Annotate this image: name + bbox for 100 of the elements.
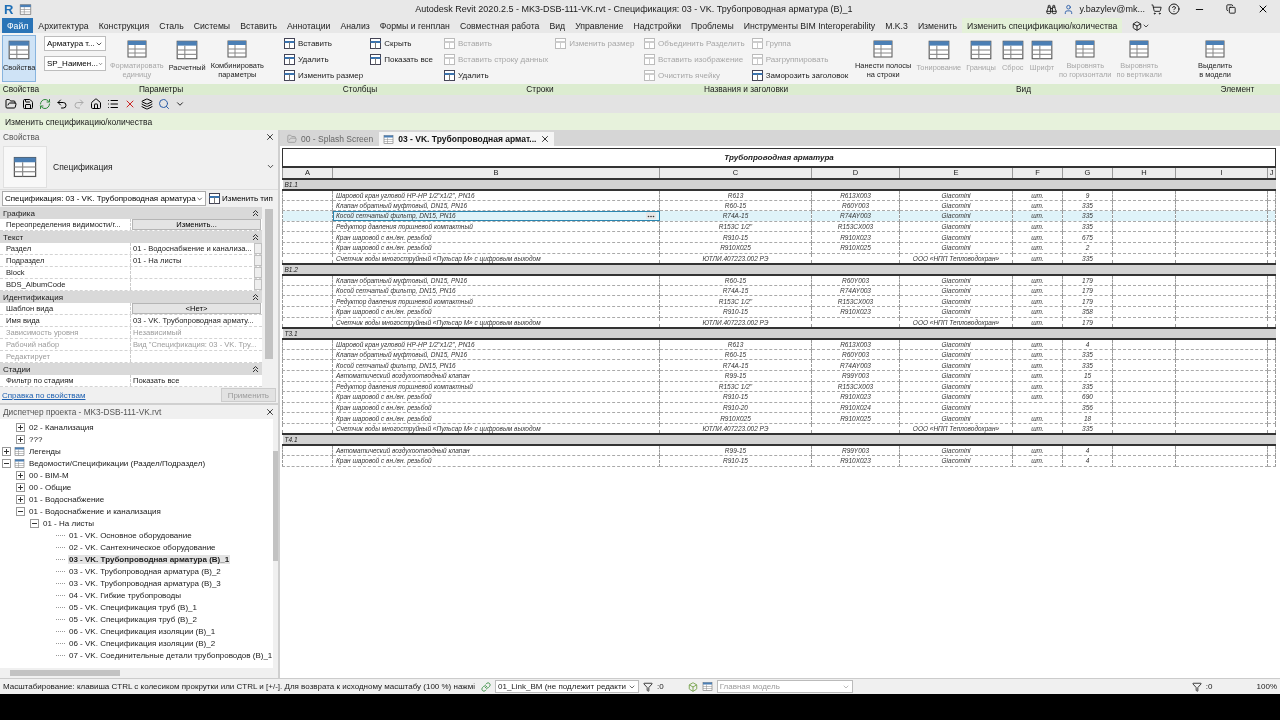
expand-icon[interactable] <box>16 470 25 480</box>
collapse-icon[interactable] <box>252 365 259 373</box>
expand-icon[interactable] <box>16 422 25 432</box>
open-icon[interactable] <box>5 98 17 110</box>
type-name[interactable]: Спецификация <box>53 161 260 172</box>
ribbon-button[interactable]: Вставить <box>282 36 366 51</box>
category-row[interactable]: Идентификация <box>0 291 262 303</box>
menu-tab[interactable]: Анализ <box>335 18 375 33</box>
menu-tab[interactable]: Конструкция <box>93 18 155 33</box>
ribbon-button[interactable]: Скрыть <box>368 36 436 51</box>
expand-icon[interactable] <box>16 494 25 504</box>
undo-icon[interactable] <box>56 98 68 110</box>
list-icon[interactable] <box>107 98 119 110</box>
search-icon[interactable] <box>158 98 170 110</box>
menu-tab[interactable]: M.K.3 <box>880 18 913 33</box>
caret-icon[interactable] <box>266 162 275 171</box>
parameter-dropdown[interactable]: SP_Наимен... <box>44 56 106 71</box>
tree-item[interactable]: 06 - VK. Спецификация изоляции (В)_2 <box>68 638 217 648</box>
close-icon[interactable] <box>265 407 275 417</box>
grid-icon <box>444 70 455 81</box>
user-icon[interactable] <box>1062 3 1074 15</box>
ribbon-button[interactable]: Изменить размер <box>282 68 366 83</box>
category-row[interactable]: Стадии <box>0 363 262 375</box>
tree-item[interactable]: 02 - VK. Сантехническое оборудование <box>68 542 217 552</box>
panel-toggle-icon[interactable] <box>1132 18 1151 33</box>
menu-tab[interactable]: Инструменты BIM Interoperability <box>738 18 881 33</box>
save-icon[interactable] <box>22 98 34 110</box>
collapse-icon[interactable] <box>30 518 39 528</box>
tree-item[interactable]: 02 - Канализация <box>28 422 95 432</box>
tree-item[interactable]: 06 - VK. Спецификация изоляции (В)_1 <box>68 626 217 636</box>
tree-item[interactable]: 01 - VK. Основное оборудование <box>68 530 193 540</box>
instance-dropdown[interactable]: Спецификация: 03 - VK. Трубопроводная арматура <box>2 191 206 206</box>
ribbon-button[interactable]: Удалить <box>282 52 366 67</box>
help-icon[interactable] <box>1168 3 1180 15</box>
menu-tab[interactable]: Файл <box>2 18 34 33</box>
collapse-icon[interactable] <box>252 233 259 241</box>
tree-item[interactable]: 01 - Водоснабжение <box>28 494 106 504</box>
tree-item[interactable]: 03 - VK. Трубопроводная арматура (В)_2 <box>68 566 222 576</box>
menu-tab[interactable]: Формы и генплан <box>374 18 455 33</box>
menu-tab[interactable]: Вставить <box>235 18 282 33</box>
tree-item[interactable]: 00 - Общие <box>28 482 73 492</box>
tree-item[interactable]: 05 - VK. Спецификация труб (В)_1 <box>68 602 198 612</box>
tree-item[interactable]: 00 - BIM-M <box>28 470 70 480</box>
binoculars-icon[interactable] <box>1045 3 1057 15</box>
table-icon <box>14 445 25 457</box>
expand-icon[interactable] <box>16 482 25 492</box>
tree-item[interactable]: 07 - VK. Соединительные детали трубопроводов (В)_1 <box>68 650 274 660</box>
collapse-icon[interactable] <box>252 293 259 301</box>
category-row[interactable]: Текст <box>0 231 262 243</box>
menu-tab[interactable]: Проблемы <box>686 18 739 33</box>
funnel-icon[interactable] <box>643 681 654 692</box>
tree-item[interactable]: Ведомости/Спецификации (Раздел/Подраздел) <box>28 458 207 468</box>
menu-tab[interactable]: Управление <box>570 18 629 33</box>
help-link[interactable]: Справка по свойствам <box>2 390 86 400</box>
menu-tab[interactable]: Изменить спецификацию/количества <box>962 18 1123 33</box>
expand-icon[interactable] <box>16 434 25 444</box>
tree-item[interactable]: 01 - Водоснабжение и канализация <box>28 506 162 516</box>
collapse-icon[interactable] <box>252 209 259 217</box>
ribbon-button[interactable]: Удалить <box>442 68 551 83</box>
workset-dropdown[interactable]: 01_Link_BM (не подлежит редакти <box>495 680 640 693</box>
tree-item[interactable]: 05 - VK. Спецификация труб (В)_2 <box>68 614 198 624</box>
collapse-icon[interactable] <box>2 458 11 468</box>
menu-tab[interactable]: Аннотации <box>281 18 336 33</box>
funnel-icon[interactable] <box>1191 681 1202 692</box>
tree-item[interactable]: 03 - VK. Трубопроводная арматура (В)_3 <box>68 578 222 588</box>
close-views-icon[interactable] <box>124 98 136 110</box>
schedule-title: Трубопроводная арматура <box>282 148 1276 167</box>
menu-tab[interactable]: Изменить <box>912 18 963 33</box>
tree-item[interactable]: 03 - VK. Трубопроводная арматура (В)_1 <box>68 554 231 564</box>
caret-icon[interactable] <box>175 99 185 109</box>
menu-tab[interactable]: Совместная работа <box>454 18 545 33</box>
document-tab[interactable]: 03 - VK. Трубопроводная армат... <box>379 132 555 146</box>
tree-item[interactable]: Легенды <box>28 446 62 456</box>
menu-tab[interactable]: Архитектура <box>33 18 94 33</box>
menu-tab[interactable]: Надстройки <box>628 18 687 33</box>
zoom-level: 100% <box>1256 682 1277 691</box>
close-icon[interactable] <box>265 132 275 142</box>
ribbon-button[interactable]: Показать все <box>368 52 436 67</box>
tree-item[interactable]: ??? <box>28 434 44 444</box>
menu-tab[interactable]: Вид <box>544 18 571 33</box>
ribbon-button[interactable]: Заморозить заголовок <box>749 68 851 83</box>
tree-item[interactable]: 04 - VK. Гибкие трубопроводы <box>68 590 182 600</box>
close-icon[interactable] <box>540 134 551 144</box>
tree-item[interactable]: 01 - На листы <box>42 518 95 528</box>
edit-type-button[interactable]: Изменить тип <box>209 193 273 204</box>
more-icon[interactable] <box>646 212 656 220</box>
category-row[interactable]: Графика <box>0 207 262 219</box>
menu-tab[interactable]: Сталь <box>154 18 189 33</box>
sync-icon[interactable] <box>39 98 51 110</box>
collapse-icon[interactable] <box>16 506 25 516</box>
expand-icon[interactable] <box>2 446 11 456</box>
parameter-dropdown[interactable]: Арматура т... <box>44 36 106 51</box>
house-icon[interactable] <box>90 98 102 110</box>
user-name[interactable]: y.bazylev@mk... <box>1079 4 1145 14</box>
grid-icon <box>644 38 655 49</box>
layers-icon[interactable] <box>141 98 153 110</box>
menu-tab[interactable]: Системы <box>188 18 236 33</box>
pane-title: Свойства <box>3 132 40 142</box>
cart-icon[interactable] <box>1151 3 1162 15</box>
app-logo[interactable]: R <box>4 1 14 17</box>
